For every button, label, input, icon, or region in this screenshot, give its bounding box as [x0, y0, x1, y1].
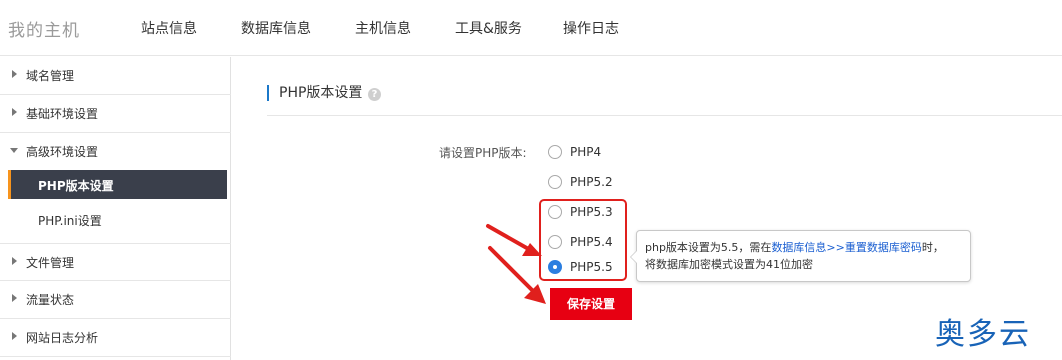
nav-database-info[interactable]: 数据库信息: [241, 18, 311, 38]
sidebar-item-label: 流量状态: [26, 293, 75, 307]
chevron-right-icon: [12, 294, 17, 302]
nav-host-info[interactable]: 主机信息: [355, 18, 411, 38]
nav-tools-services[interactable]: 工具&服务: [455, 18, 522, 38]
sidebar-item-file-manager[interactable]: 文件管理: [0, 243, 231, 281]
chevron-right-icon: [12, 70, 17, 78]
tooltip-text: php版本设置为5.5，需在: [645, 241, 772, 254]
radio-button[interactable]: [548, 145, 562, 159]
chevron-right-icon: [12, 108, 17, 116]
sidebar-item-domain[interactable]: 域名管理: [0, 57, 231, 95]
help-icon[interactable]: ?: [368, 88, 381, 101]
sidebar-subitem-label: PHP版本设置: [38, 179, 114, 193]
sidebar-item-label: 文件管理: [26, 256, 75, 270]
nav-site-info[interactable]: 站点信息: [141, 18, 197, 38]
chevron-down-icon: [10, 148, 18, 153]
radio-label: PHP4: [570, 145, 602, 159]
sidebar-subitem-label: PHP.ini设置: [38, 214, 102, 228]
sidebar-item-label: 高级环境设置: [26, 145, 99, 159]
sidebar-item-log-analysis[interactable]: 网站日志分析: [0, 319, 231, 357]
sidebar-item-label: 域名管理: [26, 69, 75, 83]
sidebar-item-traffic-status[interactable]: 流量状态: [0, 281, 231, 319]
radio-label: PHP5.2: [570, 175, 613, 189]
radio-button[interactable]: [548, 175, 562, 189]
sidebar-subitem-php-ini[interactable]: PHP.ini设置: [8, 205, 227, 234]
annotation-arrows-icon: [486, 224, 546, 304]
highlight-box: [539, 199, 627, 281]
sidebar-item-basic-env[interactable]: 基础环境设置: [0, 95, 231, 133]
sidebar-item-advanced-env[interactable]: 高级环境设置: [0, 133, 231, 171]
reset-db-password-link[interactable]: 数据库信息>>重置数据库密码: [771, 241, 921, 254]
nav-operation-log[interactable]: 操作日志: [563, 18, 619, 38]
page-title: PHP版本设置: [267, 85, 362, 101]
sidebar: 域名管理 基础环境设置 高级环境设置 PHP版本设置 PHP.ini设置 文件管…: [0, 57, 231, 360]
top-header: 我的主机 站点信息 数据库信息 主机信息 工具&服务 操作日志: [0, 0, 1062, 56]
tooltip-text: 时，: [921, 241, 944, 254]
chevron-right-icon: [12, 257, 17, 265]
sidebar-item-label: 基础环境设置: [26, 107, 99, 121]
php-version-label: 请设置PHP版本:: [439, 146, 527, 160]
sidebar-item-label: 网站日志分析: [26, 331, 99, 345]
tooltip-text-line2: 将数据库加密模式设置为41位加密: [645, 258, 813, 271]
watermark-text: 奥多云: [935, 317, 1031, 352]
app-logo[interactable]: 我的主机: [8, 16, 80, 41]
sidebar-subitem-php-version[interactable]: PHP版本设置: [8, 170, 227, 199]
divider: [267, 115, 1062, 116]
chevron-right-icon: [12, 332, 17, 340]
save-button[interactable]: 保存设置: [550, 288, 632, 320]
php-version-tooltip: php版本设置为5.5，需在数据库信息>>重置数据库密码时， 将数据库加密模式设…: [630, 230, 971, 282]
